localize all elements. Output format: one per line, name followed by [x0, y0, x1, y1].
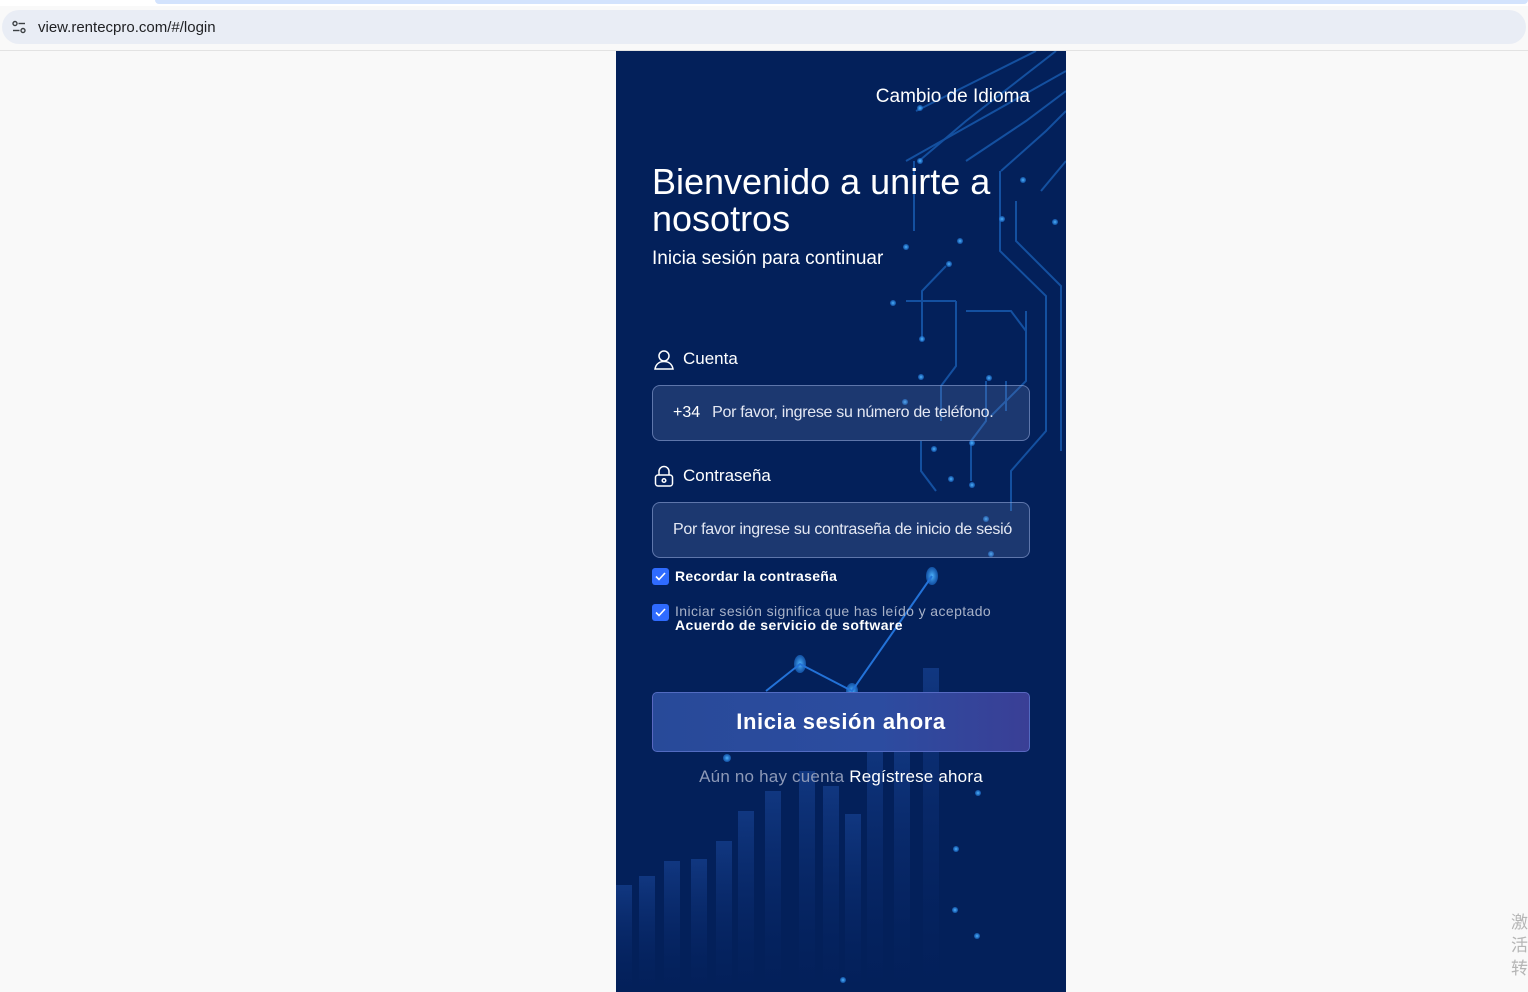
service-agreement-link[interactable]: Acuerdo de servicio de software [675, 618, 991, 632]
account-field-label: Cuenta [652, 347, 738, 371]
tune-icon[interactable] [6, 14, 32, 40]
login-subtitle: Inicia sesión para continuar [652, 248, 884, 269]
agreement-text: Iniciar sesión significa que has leído y… [675, 604, 991, 632]
remember-password-checkbox[interactable] [652, 568, 669, 585]
agreement-checkbox[interactable] [652, 604, 669, 621]
password-label-text: Contraseña [683, 466, 771, 485]
login-panel: Cambio de Idioma Bienvenido a unirte a n… [616, 51, 1066, 992]
language-switch-link[interactable]: Cambio de Idioma [876, 86, 1030, 108]
welcome-title: Bienvenido a unirte a nosotros [652, 161, 991, 239]
country-code-prefix[interactable]: +34 [673, 404, 700, 422]
account-input-box[interactable]: +34 [652, 385, 1030, 441]
check-icon [655, 608, 666, 617]
user-icon [652, 347, 676, 371]
phone-number-input[interactable] [712, 404, 1013, 422]
check-icon [655, 572, 666, 581]
register-prompt: Aún no hay cuenta Regístrese ahora [616, 767, 1066, 787]
lock-icon [652, 464, 676, 488]
address-bar[interactable]: view.rentecpro.com/#/login [2, 10, 1526, 44]
account-label-text: Cuenta [683, 349, 738, 368]
password-field-label: Contraseña [652, 464, 771, 488]
password-input-box[interactable] [652, 502, 1030, 558]
no-account-text: Aún no hay cuenta [699, 767, 845, 786]
login-button[interactable]: Inicia sesión ahora [652, 692, 1030, 752]
register-link[interactable]: Regístrese ahora [849, 767, 983, 786]
agreement-statement: Iniciar sesión significa que has leído y… [675, 603, 992, 619]
activation-watermark: 激活转 [1511, 913, 1528, 978]
remember-password-label[interactable]: Recordar la contraseña [675, 568, 837, 584]
browser-tab-strip [0, 0, 1528, 6]
active-tab-indicator [155, 0, 1528, 4]
url-text[interactable]: view.rentecpro.com/#/login [38, 19, 216, 36]
remember-password-row[interactable]: Recordar la contraseña [652, 568, 837, 585]
password-input[interactable] [673, 521, 1013, 539]
agreement-row[interactable]: Iniciar sesión significa que has leído y… [652, 604, 991, 632]
